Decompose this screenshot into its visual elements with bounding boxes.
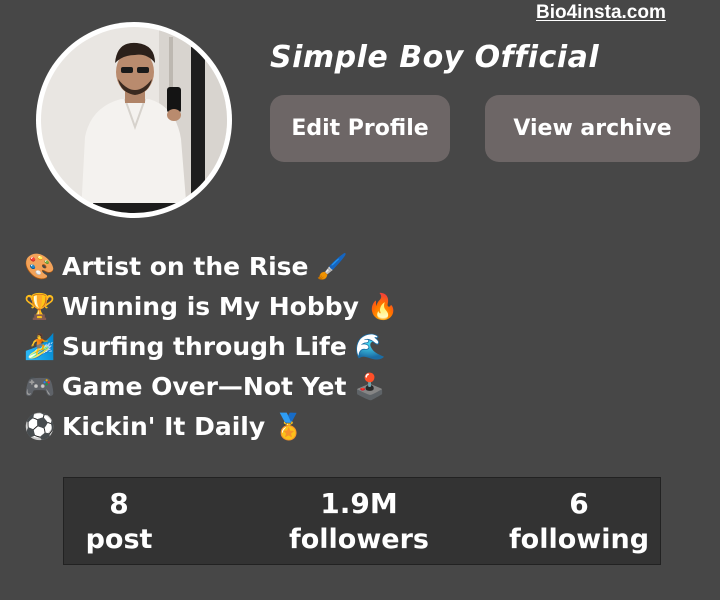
- stat-following-count: 6: [569, 487, 589, 520]
- trophy-icon: 🏆: [24, 291, 56, 321]
- stat-posts[interactable]: 8 post: [74, 486, 164, 558]
- bio-line: ⚽ Kickin' It Daily 🏅: [22, 406, 398, 446]
- medal-icon: 🏅: [273, 411, 305, 441]
- stat-posts-label: post: [85, 524, 153, 555]
- surfer-icon: 🏄: [24, 331, 56, 361]
- bio-line-text: Game Over—Not Yet: [62, 371, 347, 401]
- game-controller-icon: 🎮: [24, 371, 56, 401]
- bio-section: 🎨 Artist on the Rise 🖌️ 🏆 Winning is My …: [22, 246, 398, 446]
- bio-line: 🎮 Game Over—Not Yet 🕹️: [22, 366, 398, 406]
- stat-followers[interactable]: 1.9M followers: [279, 486, 439, 558]
- stat-followers-label: followers: [289, 524, 429, 555]
- stat-following[interactable]: 6 following: [504, 486, 654, 558]
- bio-line: 🏆 Winning is My Hobby 🔥: [22, 286, 398, 326]
- stat-followers-count: 1.9M: [320, 487, 398, 520]
- bio-line-text: Surfing through Life: [62, 331, 347, 361]
- profile-username: Simple Boy Official: [270, 40, 600, 75]
- profile-photo-icon: [41, 27, 227, 213]
- joystick-icon: 🕹️: [354, 371, 386, 401]
- stats-bar: 8 post 1.9M followers 6 following: [63, 477, 661, 565]
- edit-profile-button[interactable]: Edit Profile: [270, 95, 450, 162]
- wave-icon: 🌊: [354, 331, 386, 361]
- bio-line: 🎨 Artist on the Rise 🖌️: [22, 246, 398, 286]
- palette-icon: 🎨: [24, 251, 56, 281]
- stat-following-label: following: [508, 524, 650, 555]
- fire-icon: 🔥: [366, 291, 399, 321]
- paintbrush-icon: 🖌️: [316, 251, 348, 281]
- bio-line-text: Winning is My Hobby: [62, 291, 359, 321]
- watermark-link[interactable]: Bio4insta.com: [536, 2, 666, 24]
- bio-line: 🏄 Surfing through Life 🌊: [22, 326, 398, 366]
- bio-line-text: Kickin' It Daily: [62, 411, 266, 441]
- bio-line-text: Artist on the Rise: [62, 251, 309, 281]
- avatar[interactable]: [36, 22, 232, 218]
- soccer-ball-icon: ⚽: [24, 411, 56, 441]
- stat-posts-count: 8: [109, 487, 129, 520]
- view-archive-button[interactable]: View archive: [485, 95, 700, 162]
